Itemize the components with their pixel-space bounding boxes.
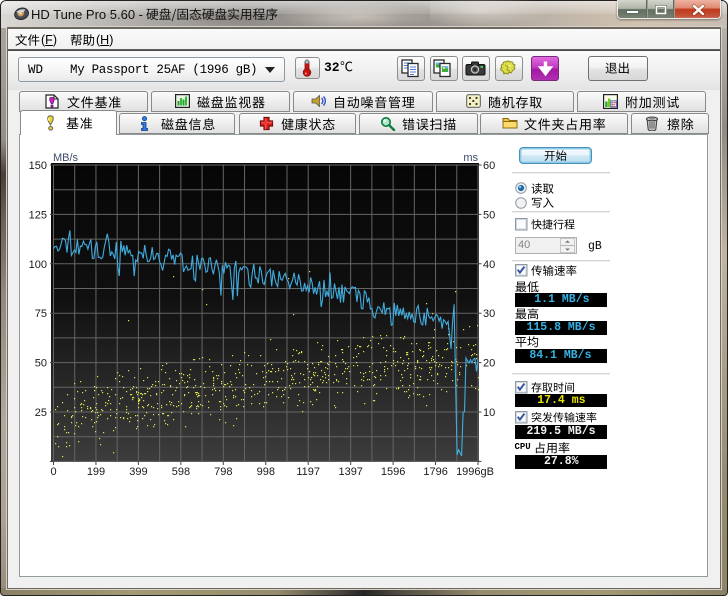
svg-text:1397: 1397	[338, 466, 362, 478]
svg-text:10: 10	[483, 407, 495, 419]
svg-text:60: 60	[483, 160, 495, 172]
svg-text:1796: 1796	[423, 466, 447, 478]
svg-text:998: 998	[257, 466, 275, 478]
svg-text:1596: 1596	[381, 466, 405, 478]
svg-text:100: 100	[29, 259, 47, 271]
svg-text:MB/s: MB/s	[53, 152, 79, 164]
svg-text:40: 40	[483, 259, 495, 271]
svg-text:1996gB: 1996gB	[456, 466, 494, 478]
svg-text:20: 20	[483, 358, 495, 370]
svg-text:798: 798	[214, 466, 232, 478]
svg-text:1197: 1197	[296, 466, 320, 478]
svg-text:25: 25	[35, 407, 47, 419]
svg-text:50: 50	[483, 209, 495, 221]
svg-text:598: 598	[172, 466, 190, 478]
svg-text:30: 30	[483, 308, 495, 320]
svg-text:0: 0	[50, 466, 56, 478]
svg-text:199: 199	[87, 466, 105, 478]
svg-text:75: 75	[35, 308, 47, 320]
svg-text:125: 125	[29, 209, 47, 221]
svg-text:50: 50	[35, 358, 47, 370]
svg-text:ms: ms	[463, 152, 478, 164]
svg-text:150: 150	[29, 160, 47, 172]
svg-text:399: 399	[129, 466, 147, 478]
